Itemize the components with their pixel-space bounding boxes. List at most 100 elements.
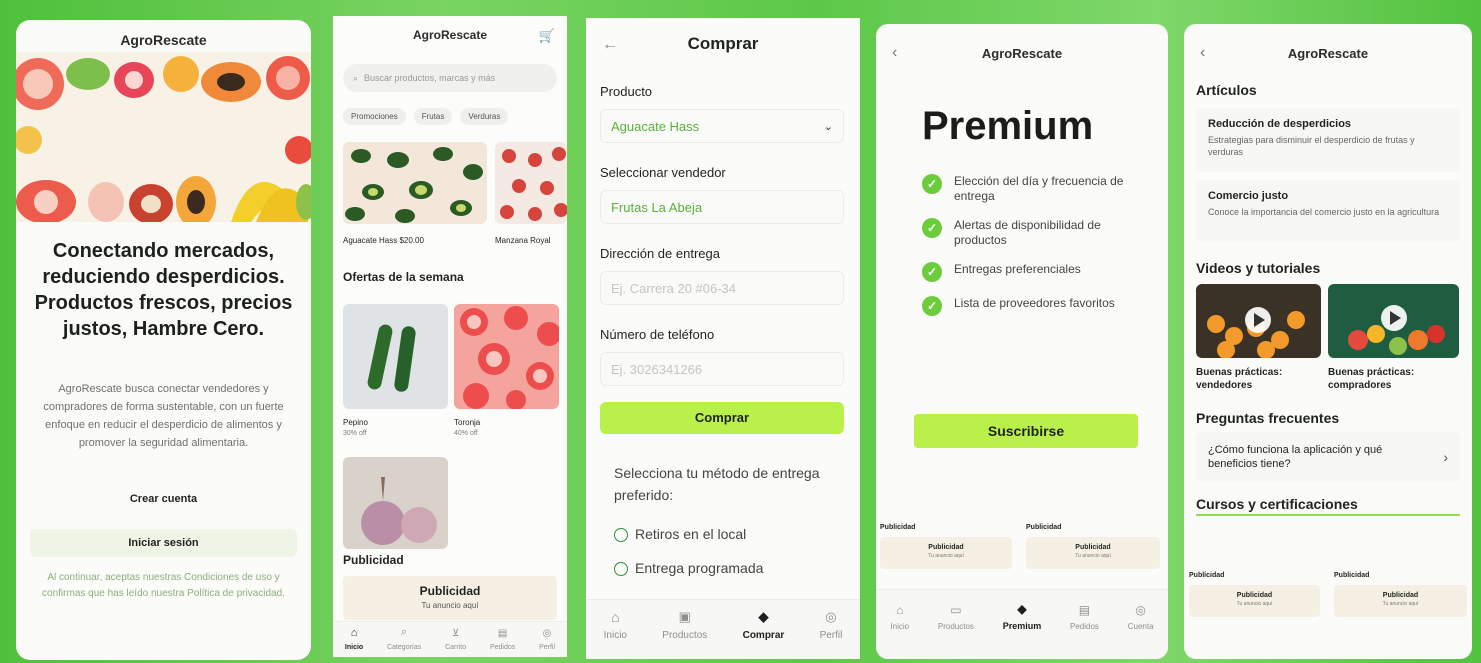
avocado-image[interactable] [343, 142, 487, 224]
fruit-banner-image [16, 52, 311, 222]
courses-divider [1196, 514, 1460, 516]
ad-card-right[interactable]: Publicidad Tu anuncio aquí [1026, 537, 1160, 569]
article-desc: Conoce la importancia del comercio justo… [1208, 207, 1440, 217]
profile-icon: ◎ [542, 628, 552, 639]
delivery-option-scheduled[interactable]: Entrega programada [614, 560, 764, 577]
nav-label: Cuenta [1127, 622, 1154, 631]
phone-field[interactable]: Ej. 3026341266 [600, 352, 844, 386]
product-select[interactable]: Aguacate Hass ⌄ [600, 109, 844, 143]
page-title: Comprar [687, 34, 759, 53]
search-icon: ⌕ [353, 72, 359, 83]
cart-icon: ⊻ [451, 628, 460, 639]
seller-label: Seleccionar vendedor [600, 165, 726, 180]
ad-subtitle: Tu anuncio aquí [928, 553, 964, 559]
login-button[interactable]: Iniciar sesión [30, 529, 297, 557]
welcome-screen: AgroRescate Conectando mercados, reducie… [16, 20, 311, 660]
apple-image[interactable] [495, 142, 567, 224]
product-label-apple: Manzana Royal [495, 236, 551, 245]
nav-comprar[interactable]: ◆ Comprar [743, 609, 785, 641]
ad-subtitle: Tu anuncio aquí [1075, 553, 1111, 559]
offers-title: Ofertas de la semana [343, 270, 464, 284]
chip-verduras[interactable]: Verduras [460, 108, 509, 125]
buy-button[interactable]: Comprar [600, 402, 844, 434]
feature-item: ✓ Lista de proveedores favoritos [922, 296, 1148, 316]
offer-name-grapefruit: Toronja [454, 418, 481, 427]
nav-pedidos[interactable]: ▤ Pedidos [490, 628, 515, 651]
check-icon: ✓ [922, 218, 942, 238]
subscribe-button[interactable]: Suscribirse [914, 414, 1138, 448]
faq-item[interactable]: ¿Cómo funciona la aplicación y qué benef… [1196, 432, 1460, 482]
video-thumbnail-sellers[interactable] [1196, 284, 1321, 358]
ad-title: Publicidad [928, 544, 964, 551]
orders-icon: ▤ [497, 628, 508, 639]
chip-promociones[interactable]: Promociones [343, 108, 406, 125]
back-chevron-icon[interactable]: ‹ [892, 44, 897, 62]
create-account-button[interactable]: Crear cuenta [30, 493, 297, 505]
article-card[interactable]: Reducción de desperdicios Estrategias pa… [1196, 108, 1460, 172]
nav-label: Comprar [742, 630, 785, 641]
nav-productos[interactable]: ▣ Productos [662, 609, 707, 641]
faq-question: ¿Cómo funciona la aplicación y qué benef… [1208, 444, 1383, 470]
category-chips: Promociones Frutas Verduras [343, 108, 509, 125]
ad-subtitle: Tu anuncio aquí [421, 601, 479, 610]
back-chevron-icon[interactable]: ‹ [1200, 44, 1205, 62]
bottom-nav: ⌂ Inicio ▣ Productos ◆ Comprar ◎ Perfil [586, 599, 860, 659]
nav-inicio[interactable]: ⌂ Inicio [890, 603, 909, 631]
nav-perfil[interactable]: ◎ Perfil [820, 609, 843, 641]
nav-inicio[interactable]: ⌂ Inicio [345, 627, 363, 651]
video-thumbnail-buyers[interactable] [1328, 284, 1459, 358]
radio-button[interactable] [614, 528, 628, 543]
address-label: Dirección de entrega [600, 246, 720, 261]
delivery-option-pickup[interactable]: Retiros en el local [614, 526, 747, 543]
nav-categorias[interactable]: ⌕ Categorías [387, 626, 421, 651]
radio-button[interactable] [614, 562, 628, 577]
headline: Conectando mercados, reduciendo desperdi… [34, 240, 293, 340]
cart-icon[interactable]: 🛒 [539, 28, 555, 44]
onion-image[interactable] [343, 457, 448, 549]
check-icon: ✓ [922, 174, 942, 194]
article-card[interactable]: Comercio justo Conoce la importancia del… [1196, 180, 1460, 242]
delivery-option-label: Retiros en el local [635, 526, 747, 542]
offer-discount-grapefruit: 40% off [454, 430, 478, 437]
article-desc: Estrategias para disminuir el desperdici… [1208, 135, 1415, 157]
cucumber-image[interactable] [343, 304, 448, 409]
tag-icon: ◆ [1017, 602, 1027, 616]
home-icon: ⌂ [350, 627, 358, 639]
nav-perfil[interactable]: ◎ Perfil [539, 628, 555, 651]
ad-title: Publicidad [419, 584, 481, 598]
videos-title: Videos y tutoriales [1196, 260, 1321, 276]
nav-label: Inicio [890, 622, 910, 631]
delivery-option-label: Entrega programada [635, 560, 764, 576]
feature-item: ✓ Elección del día y frecuencia de entreg… [922, 174, 1148, 204]
nav-carrito[interactable]: ⊻ Carrito [445, 628, 466, 651]
chip-frutas[interactable]: Frutas [413, 108, 453, 125]
articles-title: Artículos [1196, 82, 1257, 98]
nav-inicio[interactable]: ⌂ Inicio [604, 609, 627, 641]
profile-icon: ◎ [825, 609, 837, 624]
nav-pedidos[interactable]: ▤ Pedidos [1070, 603, 1099, 631]
address-field[interactable]: Ej. Carrera 20 #06-34 [600, 271, 844, 305]
video-title-sellers: Buenas prácticas: vendedores [1196, 367, 1283, 391]
search-bar[interactable]: ⌕ Buscar productos, marcas y más [343, 64, 557, 92]
tag-icon: ◆ [758, 609, 769, 624]
ad-card-left[interactable]: Publicidad Tu anuncio aquí [1189, 585, 1320, 617]
description: AgroRescate busca conectar vendedores y … [43, 383, 284, 449]
nav-productos[interactable]: ▭ Productos [938, 603, 974, 631]
products-icon: ▣ [678, 609, 691, 624]
orders-icon: ▤ [1078, 603, 1091, 617]
nav-cuenta[interactable]: ◎ Cuenta [1128, 603, 1154, 631]
offer-name-cucumber: Pepino [343, 418, 368, 427]
grapefruit-image[interactable] [454, 304, 559, 409]
nav-label: Perfil [819, 630, 843, 641]
seller-field[interactable]: Frutas La Abeja [600, 190, 844, 224]
check-icon: ✓ [922, 262, 942, 282]
nav-premium[interactable]: ◆ Premium [1003, 602, 1042, 631]
article-title: Reducción de desperdicios [1208, 118, 1352, 130]
feature-list: ✓ Elección del día y frecuencia de entreg… [922, 174, 1148, 316]
nav-label: Inicio [344, 644, 364, 651]
ad-card[interactable]: Publicidad Tu anuncio aquí [343, 576, 557, 620]
ad-title: Publicidad [1236, 592, 1273, 599]
ad-card-right[interactable]: Publicidad Tu anuncio aquí [1334, 585, 1467, 617]
ad-card-left[interactable]: Publicidad Tu anuncio aquí [880, 537, 1012, 569]
nav-label: Pedidos [489, 644, 516, 651]
